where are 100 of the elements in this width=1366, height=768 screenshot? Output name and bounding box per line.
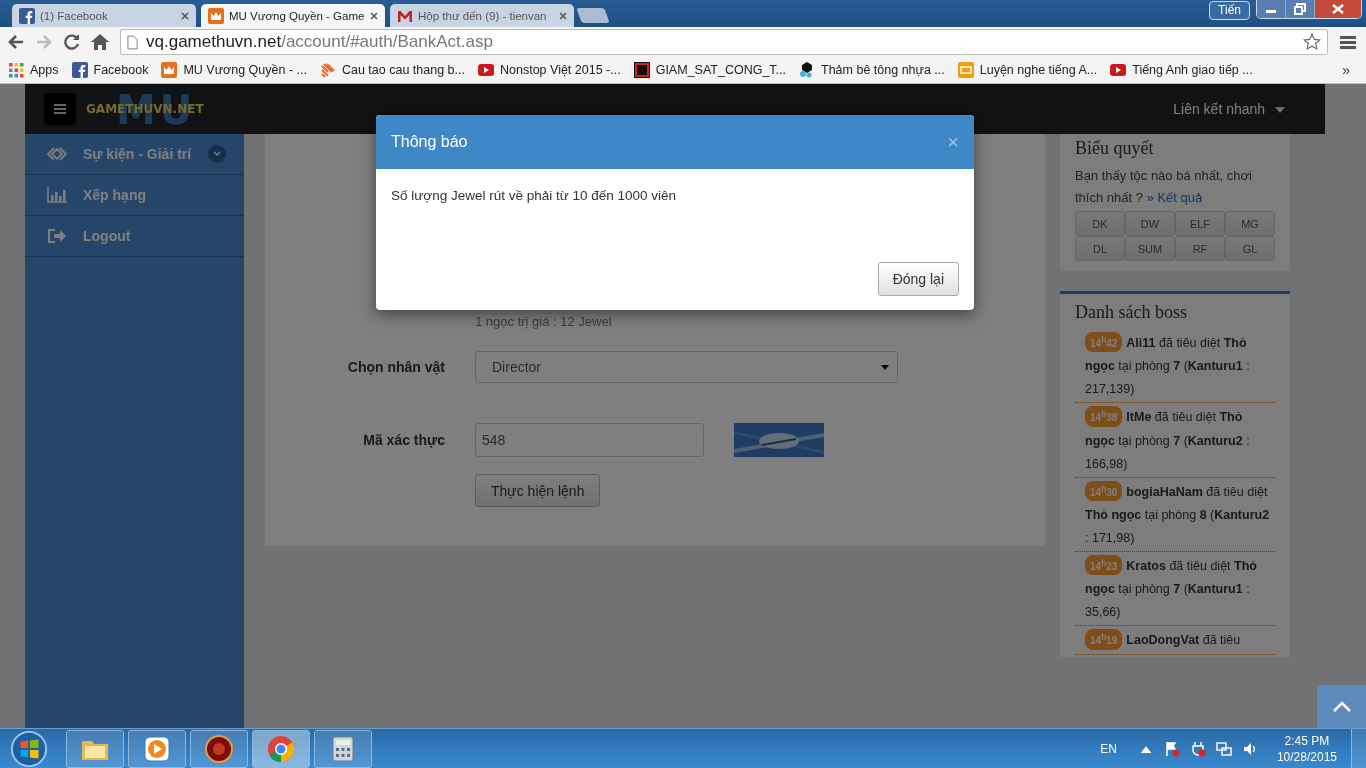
stripes-icon xyxy=(319,62,336,78)
time-badge: 14$^{h}$23 xyxy=(1085,555,1123,576)
caret-down-icon xyxy=(1275,107,1285,114)
address-bar[interactable]: vq.gamethuvn.net/account/#auth/BankAct.asp xyxy=(120,29,1328,55)
bookmark[interactable]: Nonstop Việt 2015 -... xyxy=(478,62,621,78)
taskbar-app[interactable] xyxy=(128,729,186,768)
vote-option-button[interactable]: DW xyxy=(1125,211,1175,236)
power-plug-icon[interactable] xyxy=(1189,740,1206,757)
taskbar-app[interactable] xyxy=(314,729,372,768)
maximize-button[interactable] xyxy=(1286,0,1315,18)
dialog-message: Số lượng Jewel rút về phải từ 10 đến 1000 viên xyxy=(391,188,677,203)
boss-kill-entry: 14$^{h}$30 bogiaHaNam đã tiêu diệt Thỏ ngọc tại phòng 8 (Kanturu2 : 171,98) xyxy=(1075,477,1275,552)
home-icon[interactable] xyxy=(90,32,110,52)
bookmark[interactable]: GIAM_SAT_CONG_T... xyxy=(633,62,787,78)
chain-icon xyxy=(47,146,67,162)
vote-option-button[interactable]: SUM xyxy=(1125,236,1175,261)
browser-tab[interactable]: (1) Facebook xyxy=(12,4,196,27)
bookmark[interactable]: Apps xyxy=(8,62,59,78)
square-logo-icon xyxy=(633,62,650,78)
dialog-title: Thông báo xyxy=(391,133,468,151)
bookmark[interactable]: Facebook xyxy=(71,62,149,78)
new-tab-button[interactable] xyxy=(576,8,610,23)
caret-down-icon xyxy=(881,364,889,370)
quick-links-menu[interactable]: Liên kết nhanh xyxy=(1173,101,1285,117)
submit-button[interactable]: Thực hiện lệnh xyxy=(475,474,601,507)
close-dialog-button[interactable]: Đóng lại xyxy=(877,262,959,296)
facebook-icon xyxy=(71,62,88,78)
tile-icon xyxy=(957,62,974,78)
boss-kill-entry: 14$^{h}$19 LaoDongVat đã tiêu xyxy=(1075,626,1275,655)
captcha-input[interactable]: 548 xyxy=(475,423,704,457)
crown-icon xyxy=(161,62,178,78)
clock-time: 2:45 PM xyxy=(1284,732,1330,749)
bookmark[interactable]: Tiếng Anh giao tiếp ... xyxy=(1110,62,1253,78)
vote-option-button[interactable]: DL xyxy=(1075,236,1125,261)
start-button[interactable] xyxy=(10,729,48,768)
time-badge: 14$^{h}$42 xyxy=(1085,332,1123,353)
taskbar-app[interactable] xyxy=(252,729,310,768)
expand-toggle[interactable] xyxy=(208,145,226,163)
vote-option-button[interactable]: ELF xyxy=(1175,211,1225,236)
time-badge: 14$^{h}$19 xyxy=(1085,629,1123,650)
taskbar-app[interactable] xyxy=(190,729,248,768)
field-label: Chọn nhân vật xyxy=(346,359,446,375)
apps-grid-icon xyxy=(8,62,24,78)
clock[interactable]: 2:45 PM 10/28/2015 xyxy=(1276,732,1337,765)
chevron-up-icon xyxy=(1331,700,1352,713)
time-badge: 14$^{h}$30 xyxy=(1085,480,1123,501)
play-icon xyxy=(478,62,494,78)
star-icon[interactable] xyxy=(1303,33,1321,51)
chevron-down-icon xyxy=(213,151,221,157)
close-icon[interactable] xyxy=(370,11,378,20)
profile-button[interactable]: Tiến xyxy=(1209,1,1250,20)
close-icon[interactable] xyxy=(559,11,567,20)
boss-kill-entry: 14$^{h}$38 ItMe đã tiêu diệt Thỏ ngọc tại phòng 7 (Kanturu2 : 166,98) xyxy=(1075,403,1275,478)
results-link[interactable]: » Kết quả xyxy=(1146,190,1203,205)
boss-kill-entry: 14$^{h}$23 Kratos đã tiêu diệt Thỏ ngọc tại phòng 7 (Kanturu1 : 35,66) xyxy=(1075,552,1275,627)
play-icon xyxy=(142,733,172,764)
restore-icon xyxy=(1294,3,1306,15)
close-button[interactable] xyxy=(1315,0,1361,18)
vote-option-button[interactable]: GL xyxy=(1225,236,1275,261)
close-icon xyxy=(1332,4,1344,14)
sidebar-item[interactable]: Logout xyxy=(25,216,244,257)
rate-note: 1 ngọc trị giá : 12 Jewel xyxy=(475,314,613,329)
page-icon xyxy=(127,34,138,50)
sidebar-item[interactable]: Sự kiện - Giải trí xyxy=(25,134,244,175)
bookmark[interactable]: MU Vương Quyền - ... xyxy=(161,62,307,78)
menu-icon xyxy=(54,104,66,114)
clock-date: 10/28/2015 xyxy=(1276,748,1337,765)
more-bookmarks-button[interactable]: » xyxy=(1342,62,1350,78)
boss-kill-entry: 14$^{h}$42 Ali11 đã tiêu diệt Thỏ ngọc tại phòng 7 (Kanturu1 : 217,139) xyxy=(1075,329,1275,404)
panel-title: Biểu quyết xyxy=(1075,137,1155,160)
chrome-icon xyxy=(266,733,296,764)
vote-option-button[interactable]: DK xyxy=(1075,211,1125,236)
close-icon[interactable] xyxy=(181,11,189,20)
vote-option-button[interactable]: MG xyxy=(1225,211,1275,236)
field-label: Mã xác thực xyxy=(362,432,446,448)
play-icon xyxy=(1110,62,1127,78)
time-badge: 14$^{h}$38 xyxy=(1085,406,1123,427)
browser-tab[interactable]: MU Vương Quyền - Game xyxy=(201,4,385,27)
game-emblem-icon xyxy=(204,733,234,764)
bookmark[interactable]: Cau tao cau thang b... xyxy=(319,62,465,78)
character-select[interactable]: Director xyxy=(475,351,898,383)
menu-icon[interactable] xyxy=(1340,34,1356,50)
scroll-to-top-button[interactable] xyxy=(1317,685,1366,728)
network-icon[interactable] xyxy=(1215,740,1232,757)
crown-icon xyxy=(208,7,224,24)
taskbar-app[interactable] xyxy=(66,729,124,768)
flag-icon[interactable] xyxy=(1163,740,1180,757)
reload-icon[interactable] xyxy=(62,32,82,52)
bookmark[interactable]: Luyện nghe tiếng A... xyxy=(957,62,1098,78)
vote-option-button[interactable]: RF xyxy=(1175,236,1225,261)
bookmark[interactable]: Thảm bê tông nhựa ... xyxy=(799,62,945,78)
poll-question: Bạn thấy tộc nào bá nhất, chơi thích nhất ? » Kết quả xyxy=(1075,167,1253,207)
sidebar-item[interactable]: Xếp hạng xyxy=(25,175,244,216)
bar-chart-icon xyxy=(47,187,67,203)
menu-button[interactable] xyxy=(44,93,76,125)
minimize-button[interactable] xyxy=(1257,0,1286,18)
facebook-icon xyxy=(19,7,35,24)
browser-tab[interactable]: Hộp thư đến (9) - tienvan xyxy=(390,4,574,27)
language-indicator[interactable]: EN xyxy=(1100,741,1117,756)
sign-out-icon xyxy=(47,228,67,244)
